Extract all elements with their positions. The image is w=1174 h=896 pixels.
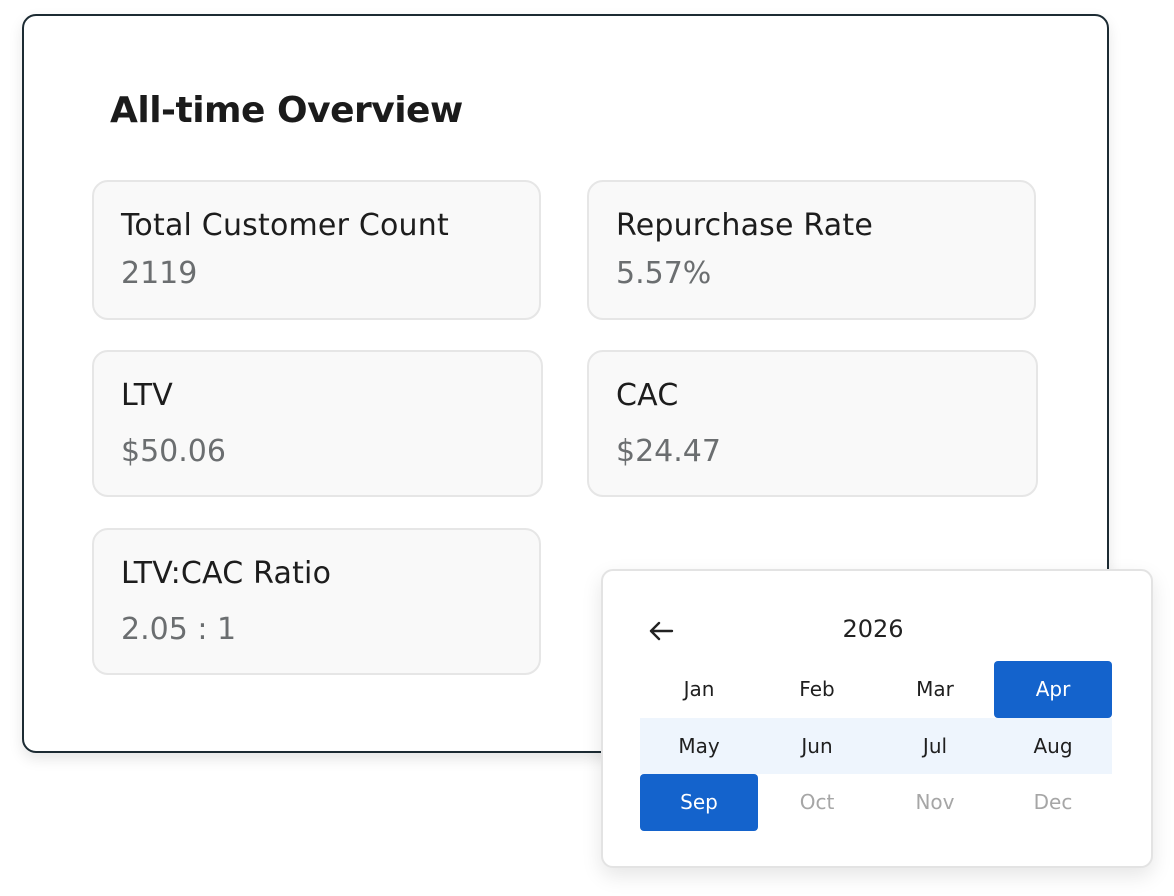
- month-jan[interactable]: Jan: [640, 661, 758, 718]
- metric-card-cac: CAC $24.47: [587, 350, 1038, 497]
- metric-label: LTV: [121, 378, 174, 413]
- metric-card-repurchase-rate: Repurchase Rate 5.57%: [587, 180, 1036, 320]
- page: All-time Overview Total Customer Count 2…: [0, 0, 1174, 896]
- month-aug[interactable]: Aug: [994, 717, 1112, 775]
- metric-label: Repurchase Rate: [616, 208, 873, 243]
- month-apr[interactable]: Apr: [994, 661, 1112, 718]
- month-grid: Jan Feb Mar Apr May Jun Jul Aug Sep Oct …: [640, 661, 1112, 831]
- month-nov: Nov: [915, 790, 955, 815]
- metric-label: LTV:CAC Ratio: [121, 556, 332, 591]
- month-feb[interactable]: Feb: [758, 661, 876, 718]
- overview-title: All-time Overview: [110, 90, 463, 131]
- month-oct: Oct: [799, 790, 835, 815]
- previous-year-button[interactable]: [641, 611, 681, 651]
- metric-label: Total Customer Count: [121, 208, 449, 243]
- metric-value: 5.57%: [616, 256, 712, 291]
- month-range-picker: 2026 Jan Feb Mar Apr May Jun Jul Aug Sep…: [601, 569, 1153, 868]
- metric-value: $50.06: [121, 434, 226, 469]
- month-jun[interactable]: Jun: [758, 717, 876, 775]
- month-may[interactable]: May: [640, 717, 758, 775]
- month-jul[interactable]: Jul: [876, 717, 994, 775]
- month-dec: Dec: [1033, 790, 1073, 815]
- metric-value: $24.47: [616, 434, 721, 469]
- month-mar[interactable]: Mar: [876, 661, 994, 718]
- metric-label: CAC: [616, 378, 679, 413]
- arrow-left-icon: [649, 621, 674, 641]
- picker-year: 2026: [842, 615, 904, 643]
- metric-card-ltv-cac-ratio: LTV:CAC Ratio 2.05 : 1: [92, 528, 541, 675]
- metric-card-total-customer-count: Total Customer Count 2119: [92, 180, 541, 320]
- month-sep[interactable]: Sep: [640, 774, 758, 831]
- metric-value: 2119: [121, 256, 198, 291]
- metric-card-ltv: LTV $50.06: [92, 350, 543, 497]
- metric-value: 2.05 : 1: [121, 612, 237, 647]
